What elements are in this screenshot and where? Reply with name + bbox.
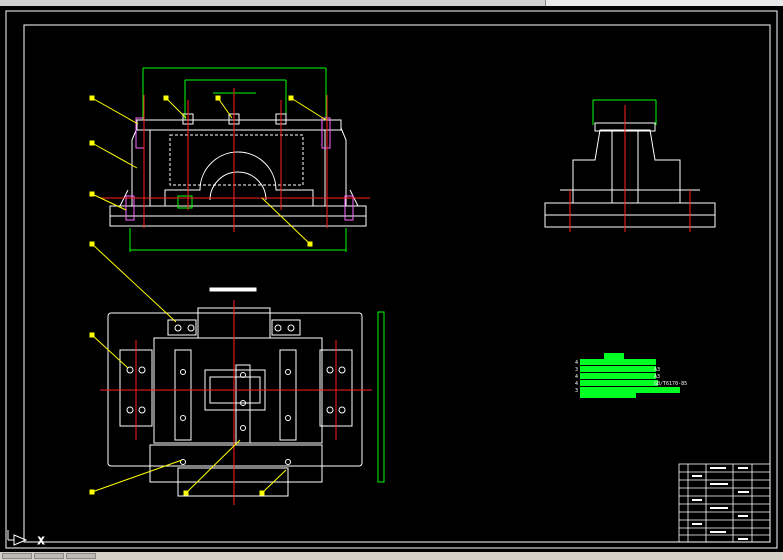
bom-row-4-no: 4	[575, 381, 578, 387]
bom-row-3-no: 4	[575, 374, 578, 380]
sheet-inner-frame	[23, 24, 771, 543]
status-bar	[0, 552, 783, 560]
side-view	[544, 99, 716, 232]
sheet-outer-frame	[5, 10, 778, 549]
bom-table: 4 3 A3 4 A3 4 GB/T6170-85 3	[575, 353, 687, 398]
status-tab-model[interactable]	[2, 553, 32, 559]
bom-row-2-no: 3	[575, 367, 578, 373]
front-view	[100, 67, 370, 252]
top-view	[100, 287, 385, 505]
status-tab-layout2[interactable]	[66, 553, 96, 559]
part-leaders	[89, 95, 327, 496]
ucs-x-label: X	[38, 536, 44, 547]
drawing-canvas[interactable]: 4 3 A3 4 A3 4 GB/T6170-85 3 X	[0, 6, 783, 552]
bom-row-5-no: 3	[575, 388, 578, 394]
status-tab-layout1[interactable]	[34, 553, 64, 559]
bom-row-3-note: A3	[654, 374, 660, 380]
bom-row-1-no: 4	[575, 360, 578, 366]
title-block	[678, 463, 771, 543]
bom-row-4-note: GB/T6170-85	[654, 381, 687, 387]
ucs-axis-icon: X	[7, 530, 45, 548]
bom-row-2-note: A3	[654, 367, 660, 373]
